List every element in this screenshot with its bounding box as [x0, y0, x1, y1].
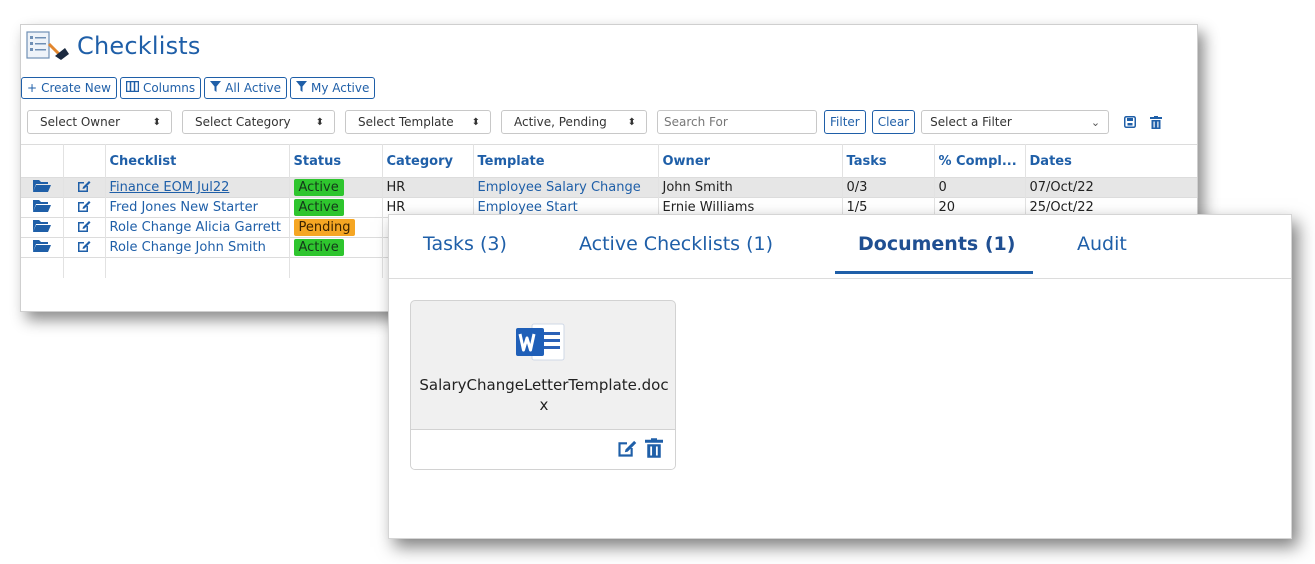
trash-icon[interactable]	[645, 438, 665, 460]
edit-icon[interactable]	[63, 197, 106, 218]
search-input[interactable]	[657, 110, 817, 134]
status-cell: Active	[289, 197, 383, 218]
status-badge: Active	[293, 239, 344, 256]
owner-select-value: Select Owner	[40, 115, 121, 129]
percent-cell: 0	[934, 177, 1026, 198]
sort-arrows-icon: ⬍	[471, 116, 480, 128]
col-dates[interactable]: Dates	[1025, 144, 1197, 178]
status-cell: Pending	[289, 217, 383, 238]
tab-documents[interactable]: Documents (1)	[858, 233, 1015, 255]
filter-button[interactable]: Filter	[824, 110, 866, 134]
detail-tabs: Tasks (3) Active Checklists (1) Document…	[389, 215, 1291, 279]
active-tab-indicator	[835, 271, 1033, 274]
checklist-detail-panel: Tasks (3) Active Checklists (1) Document…	[388, 214, 1292, 539]
sort-arrows-icon: ⬍	[152, 116, 161, 128]
sort-arrows-icon: ⬍	[627, 116, 636, 128]
empty-cell	[105, 257, 290, 278]
status-badge: Pending	[293, 219, 356, 236]
filter-funnel-icon	[295, 81, 307, 95]
template-select-value: Select Template	[358, 115, 454, 129]
checklist-link[interactable]: Finance EOM Jul22	[110, 180, 230, 195]
my-active-button[interactable]: My Active	[289, 77, 376, 99]
edit-icon[interactable]	[617, 438, 637, 460]
status-cell: Active	[289, 177, 383, 198]
filter-funnel-icon	[210, 81, 222, 95]
category-cell: HR	[382, 177, 474, 198]
col-status[interactable]: Status	[289, 144, 383, 178]
empty-cell	[21, 257, 64, 278]
template-link[interactable]: Employee Start	[478, 200, 578, 215]
col-checklist[interactable]: Checklist	[105, 144, 290, 178]
open-folder-icon[interactable]	[21, 237, 64, 258]
edit-icon[interactable]	[63, 237, 106, 258]
empty-cell	[63, 257, 106, 278]
empty-cell	[289, 257, 383, 278]
col-category[interactable]: Category	[382, 144, 474, 178]
checklist-name[interactable]: Role Change John Smith	[105, 237, 290, 258]
checklist-link[interactable]: Role Change John Smith	[110, 240, 266, 255]
table-row[interactable]: Finance EOM Jul22 Active HR Employee Sal…	[21, 177, 1197, 198]
delete-filter-icon[interactable]	[1149, 115, 1163, 129]
open-folder-icon[interactable]	[21, 217, 64, 238]
all-active-label: All Active	[225, 81, 281, 95]
date-cell: 07/Oct/22	[1025, 177, 1197, 198]
template-select[interactable]: Select Template ⬍	[345, 110, 491, 134]
plus-icon: +	[27, 81, 38, 95]
document-actions	[617, 438, 665, 460]
page-title: Checklists	[77, 32, 201, 60]
checklist-name[interactable]: Finance EOM Jul22	[105, 177, 290, 198]
tab-tasks[interactable]: Tasks (3)	[423, 233, 507, 255]
checklist-app-icon	[25, 30, 73, 62]
open-folder-icon[interactable]	[21, 197, 64, 218]
template-cell: Employee Salary Change	[473, 177, 659, 198]
document-filename[interactable]: SalaryChangeLetterTemplate.docx	[411, 375, 675, 415]
saved-filter-select[interactable]: Select a Filter ⌄	[921, 110, 1110, 134]
open-folder-icon[interactable]	[21, 177, 64, 198]
col-template[interactable]: Template	[473, 144, 659, 178]
columns-label: Columns	[142, 81, 196, 95]
create-new-button[interactable]: + Create New	[21, 77, 117, 99]
sort-arrows-icon: ⬍	[315, 116, 324, 128]
title-row: Checklists	[25, 29, 201, 63]
category-select-value: Select Category	[195, 115, 291, 129]
filter-bar: Select Owner ⬍ Select Category ⬍ Select …	[27, 110, 1175, 134]
document-card[interactable]: SalaryChangeLetterTemplate.docx	[410, 300, 676, 470]
tab-audit[interactable]: Audit	[1077, 233, 1127, 255]
create-new-label: Create New	[41, 81, 111, 95]
col-owner[interactable]: Owner	[658, 144, 843, 178]
col-tasks[interactable]: Tasks	[842, 144, 935, 178]
category-select[interactable]: Select Category ⬍	[182, 110, 335, 134]
status-select[interactable]: Active, Pending ⬍	[501, 110, 647, 134]
edit-icon[interactable]	[63, 217, 106, 238]
status-cell: Active	[289, 237, 383, 258]
columns-icon	[125, 80, 140, 95]
template-link[interactable]: Employee Salary Change	[478, 180, 641, 195]
status-badge: Active	[293, 199, 344, 216]
document-card-footer	[411, 429, 675, 469]
col-open	[21, 144, 64, 178]
my-active-label: My Active	[310, 81, 370, 95]
col-percent-complete[interactable]: % Compl...	[934, 144, 1026, 178]
status-badge: Active	[293, 179, 344, 196]
tab-active-checklists[interactable]: Active Checklists (1)	[579, 233, 773, 255]
clear-button[interactable]: Clear	[871, 110, 916, 134]
status-select-value: Active, Pending	[514, 115, 607, 129]
checklist-link[interactable]: Fred Jones New Starter	[110, 200, 259, 215]
checklist-name[interactable]: Fred Jones New Starter	[105, 197, 290, 218]
tasks-cell: 0/3	[842, 177, 935, 198]
toolbar: + Create New Columns All Active My Activ…	[21, 77, 376, 99]
checklist-link[interactable]: Role Change Alicia Garrett	[110, 220, 281, 235]
save-filter-icon[interactable]	[1123, 115, 1137, 129]
checklist-name[interactable]: Role Change Alicia Garrett	[105, 217, 290, 238]
chevron-down-icon: ⌄	[1090, 115, 1101, 129]
owner-cell: John Smith	[658, 177, 843, 198]
edit-icon[interactable]	[63, 177, 106, 198]
table-header-row: Checklist Status Category Template Owner…	[21, 144, 1197, 178]
saved-filter-value: Select a Filter	[930, 115, 1012, 129]
all-active-button[interactable]: All Active	[204, 77, 287, 99]
col-edit	[63, 144, 106, 178]
owner-select[interactable]: Select Owner ⬍	[27, 110, 172, 134]
word-document-icon	[514, 318, 570, 366]
columns-button[interactable]: Columns	[119, 77, 202, 99]
